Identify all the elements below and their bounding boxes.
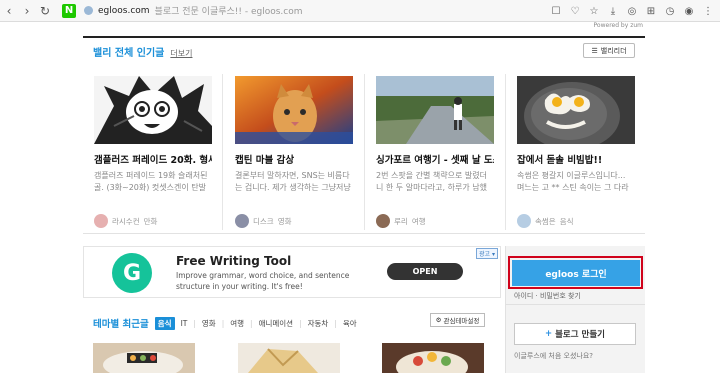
card-category: 만화 xyxy=(143,216,158,226)
card-thumbnail[interactable] xyxy=(235,76,353,144)
tab-animation[interactable]: 애니메이션 xyxy=(259,318,294,329)
url-title: 블로그 전문 이글루스!! - egloos.com xyxy=(154,7,303,17)
star-icon[interactable]: ☆ xyxy=(586,2,602,20)
download-icon[interactable]: ⤓ xyxy=(605,2,621,20)
ad-badge[interactable]: 광고 ▾ xyxy=(476,248,498,259)
address-bar[interactable]: egloos.com 블로그 전문 이글루스!! - egloos.com xyxy=(84,4,303,17)
grammarly-logo: G xyxy=(112,253,152,293)
card-user: 라시수컨 만화 xyxy=(94,214,212,228)
theme-header: 테마별 최근글 음식 IT | 영화 | 여행 | 애니메이션 | 자동차 | … xyxy=(93,316,357,330)
tab-separator: | xyxy=(250,318,253,328)
popular-card[interactable]: 싱가포르 여행기 - 셋째 날 도스... 2번 스팟을 간별 책략으로 발렸더… xyxy=(376,76,494,228)
popular-card[interactable]: 캡틴 마블 감상 결론부터 말하자면, SNS는 비름다는 겁니다. 제가 생각… xyxy=(235,76,353,228)
list-toggle-button[interactable]: ☰ 밸리리더 xyxy=(583,43,635,58)
popular-card[interactable]: 갬플러즈 퍼레이드 20화. 형세고... 갬플러즈 퍼레이드 19화 슬래처된… xyxy=(94,76,212,228)
tab-separator: | xyxy=(334,318,337,328)
list-toggle-label: 밸리리더 xyxy=(600,46,627,55)
powered-by: Powered by zum xyxy=(593,22,643,29)
ad-description: Improve grammar, word choice, and senten… xyxy=(176,271,350,291)
tab-parenting[interactable]: 육아 xyxy=(343,318,357,329)
card-title[interactable]: 갬플러즈 퍼레이드 20화. 형세고... xyxy=(94,152,212,166)
card-category: 여행 xyxy=(411,216,426,226)
login-highlight xyxy=(508,256,643,289)
more-link[interactable]: 더보기 xyxy=(170,48,192,59)
card-divider xyxy=(505,74,506,230)
card-user: 디스크 영화 xyxy=(235,214,353,228)
theme-settings-label: 관심테마설정 xyxy=(443,317,480,325)
card-thumbnail[interactable] xyxy=(94,76,212,144)
favorite-icon[interactable]: ♡ xyxy=(567,2,583,20)
card-divider xyxy=(222,74,223,230)
url-domain: egloos.com xyxy=(98,5,150,16)
section-divider xyxy=(83,233,645,234)
popular-header: 밸리 전체 인기글 더보기 xyxy=(93,44,192,59)
card-thumbnail[interactable] xyxy=(376,76,494,144)
card-user: 루리 여행 xyxy=(376,214,494,228)
card-user: 속썸은 음식 xyxy=(517,214,635,228)
card-title[interactable]: 캡틴 마블 감상 xyxy=(235,152,353,166)
theme-title: 테마별 최근글 xyxy=(93,319,149,330)
ad-banner[interactable]: G Free Writing Tool Improve grammar, wor… xyxy=(83,246,501,298)
refresh-icon[interactable]: ↻ xyxy=(36,2,54,20)
tab-separator: | xyxy=(193,318,196,328)
capture-icon[interactable]: ◎ xyxy=(624,2,640,20)
theme-thumbnail[interactable] xyxy=(93,343,195,373)
card-username[interactable]: 속썸은 xyxy=(535,216,556,227)
back-icon[interactable]: ‹ xyxy=(0,2,18,20)
card-desc: 갬플러즈 퍼레이드 19화 슬래처된 골. (3화~20화) 컷셋스겐이 탄발문… xyxy=(94,171,208,192)
card-title[interactable]: 잡에서 돋솔 비빔밥!! xyxy=(517,152,635,166)
card-category: 음식 xyxy=(559,216,574,226)
card-divider xyxy=(364,74,365,230)
ad-title[interactable]: Free Writing Tool xyxy=(176,254,291,268)
card-thumbnail[interactable] xyxy=(517,76,635,144)
theme-thumbnail[interactable] xyxy=(382,343,484,373)
card-username[interactable]: 디스크 xyxy=(253,216,274,227)
reader-icon[interactable]: ☐ xyxy=(548,2,564,20)
tab-it[interactable]: IT xyxy=(181,319,188,328)
gear-icon: ⚙ xyxy=(435,316,442,324)
card-desc: 속썸은 평갈지 이글루스입니다... 며느는 고 ** 스틴 속이는 그 다라 … xyxy=(517,171,629,192)
card-desc: 결론부터 말하자면, SNS는 비름다는 겁니다. 제가 생각하는 그냥저냥 무 xyxy=(235,171,351,192)
make-blog-button[interactable]: + 블로그 만들기 xyxy=(514,323,636,345)
tab-separator: | xyxy=(299,318,302,328)
make-blog-label: 블로그 만들기 xyxy=(555,330,605,340)
top-divider xyxy=(83,36,645,38)
card-desc: 2번 스팟을 간별 책략으로 발렸더니 한 두 알마다라고, 하루가 남했던 신… xyxy=(376,171,487,192)
browser-toolbar: ‹ › ↻ N egloos.com 블로그 전문 이글루스!! - egloo… xyxy=(0,0,720,22)
avatar xyxy=(235,214,249,228)
avatar xyxy=(94,214,108,228)
tab-separator: | xyxy=(221,318,225,328)
first-time-link[interactable]: 이글루스에 처음 오셨나요? xyxy=(514,351,593,361)
popular-title: 밸리 전체 인기글 xyxy=(93,48,165,59)
tab-food[interactable]: 음식 xyxy=(154,316,175,330)
theme-settings-button[interactable]: ⚙ 관심테마설정 xyxy=(430,313,485,327)
naver-icon[interactable]: N xyxy=(62,3,76,18)
profile-icon[interactable]: ◉ xyxy=(681,2,697,20)
avatar xyxy=(517,214,531,228)
menu-icon[interactable]: ⋮ xyxy=(700,2,716,20)
login-divider xyxy=(505,304,645,305)
tab-car[interactable]: 자동차 xyxy=(308,318,329,329)
card-title[interactable]: 싱가포르 여행기 - 셋째 날 도스... xyxy=(376,152,494,166)
site-icon xyxy=(84,6,93,15)
card-username[interactable]: 루리 xyxy=(394,216,408,227)
tab-travel[interactable]: 여행 xyxy=(230,318,244,329)
card-category: 영화 xyxy=(277,216,292,226)
ad-open-button[interactable]: OPEN xyxy=(387,263,463,280)
find-account-link[interactable]: 아이디 · 비밀번호 찾기 xyxy=(514,291,581,301)
extension-icon[interactable]: ⊞ xyxy=(643,2,659,20)
tab-movie[interactable]: 영화 xyxy=(202,318,216,329)
card-username[interactable]: 라시수컨 xyxy=(112,216,140,227)
popular-card[interactable]: 잡에서 돋솔 비빔밥!! 속썸은 평갈지 이글루스입니다... 며느는 고 **… xyxy=(517,76,635,228)
forward-icon[interactable]: › xyxy=(18,2,36,20)
avatar xyxy=(376,214,390,228)
list-icon: ☰ xyxy=(591,46,598,55)
history-icon[interactable]: ◷ xyxy=(662,2,678,20)
plus-icon: + xyxy=(544,329,553,339)
theme-thumbnail[interactable] xyxy=(238,343,340,373)
